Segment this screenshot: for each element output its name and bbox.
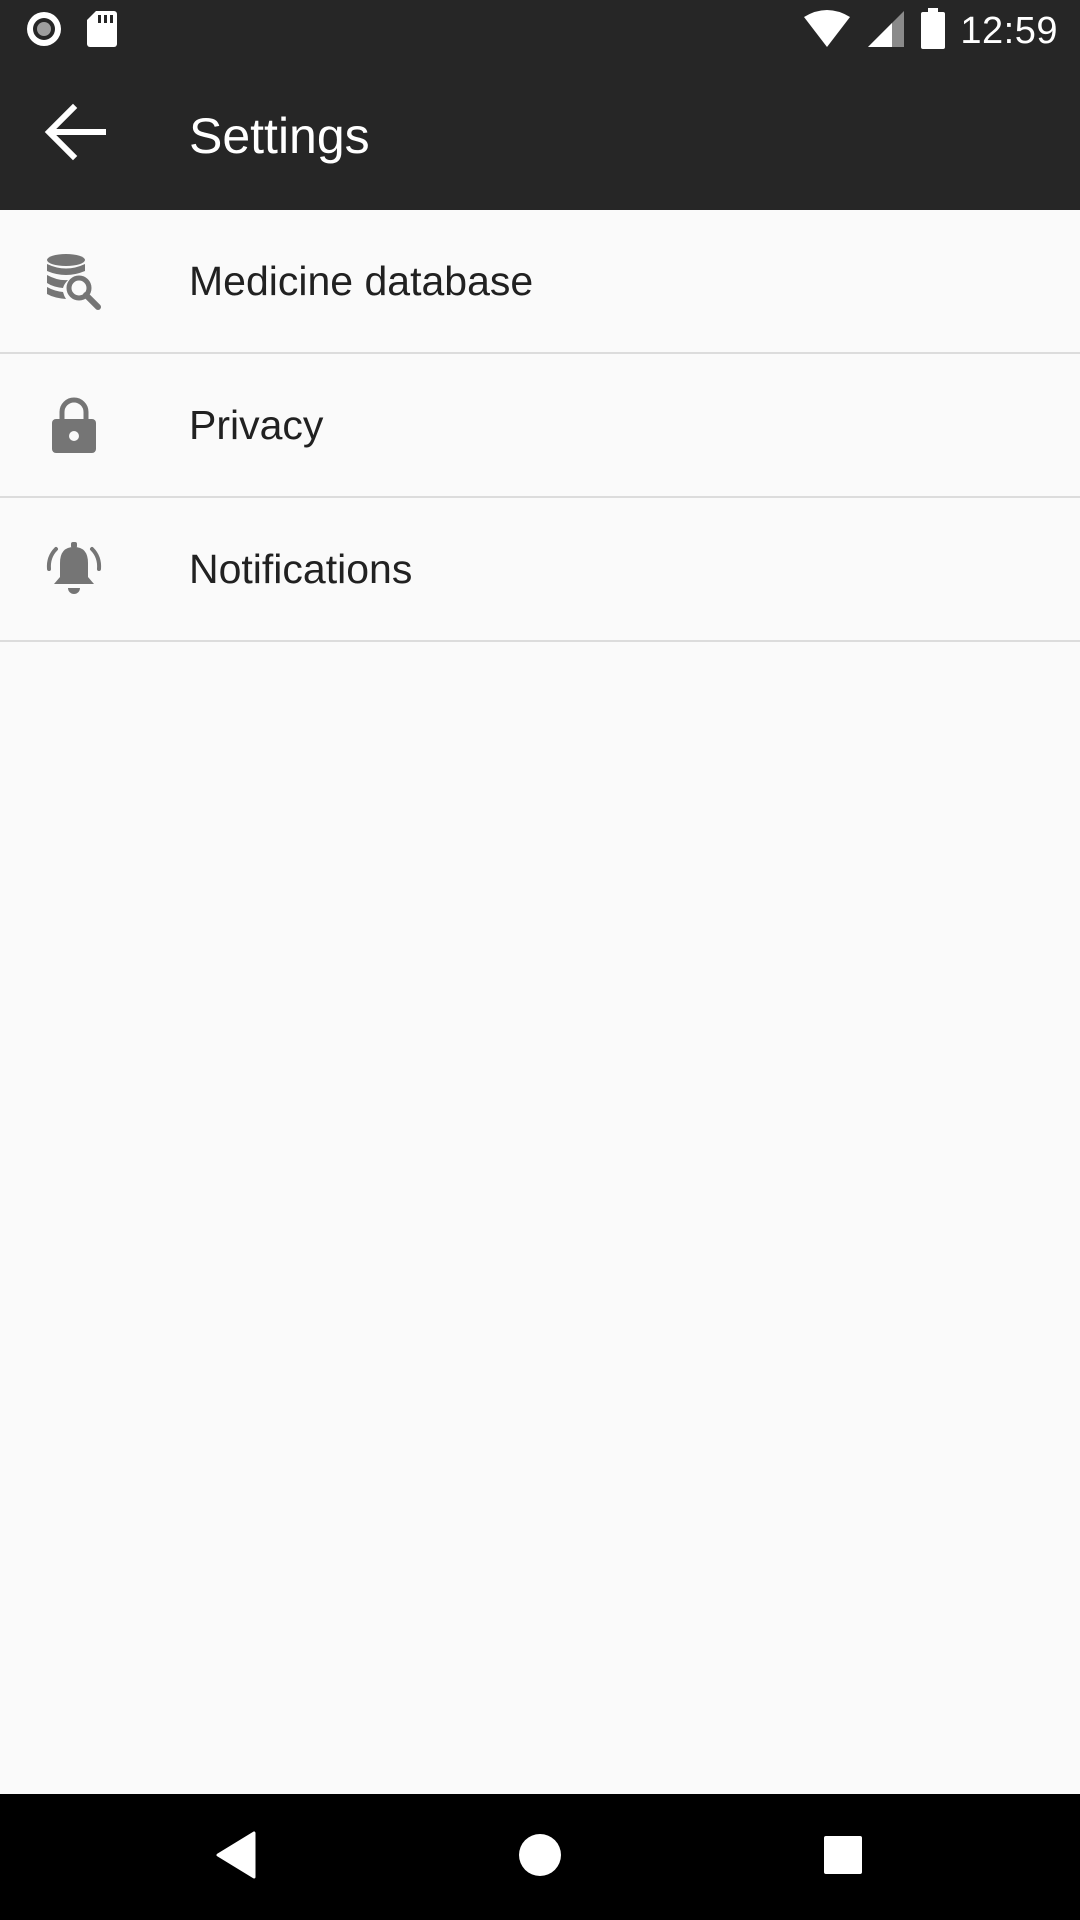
battery-icon <box>920 8 946 55</box>
nav-recents-button[interactable] <box>778 1794 908 1920</box>
settings-list: Medicine database Privacy Notifications <box>0 210 1080 642</box>
settings-item-notifications[interactable]: Notifications <box>0 498 1080 642</box>
settings-item-medicine-database[interactable]: Medicine database <box>0 210 1080 354</box>
status-time: 12:59 <box>960 10 1058 52</box>
arrow-back-icon <box>43 100 107 169</box>
settings-item-label: Privacy <box>189 402 324 448</box>
database-search-icon <box>42 210 106 352</box>
sd-card-icon <box>86 9 118 54</box>
settings-item-privacy[interactable]: Privacy <box>0 354 1080 498</box>
status-left-icons <box>24 0 118 63</box>
navigation-bar <box>0 1794 1080 1920</box>
recents-square-icon <box>822 1834 864 1881</box>
settings-item-label: Notifications <box>189 546 413 592</box>
nav-back-button[interactable] <box>171 1794 301 1920</box>
back-button[interactable] <box>32 91 118 177</box>
page-title: Settings <box>189 108 370 164</box>
status-bar: 12:59 <box>0 0 1080 63</box>
signal-icon <box>866 9 906 54</box>
settings-item-label: Medicine database <box>189 258 534 304</box>
status-right-icons: 12:59 <box>802 0 1058 63</box>
wifi-icon <box>802 9 852 54</box>
home-circle-icon <box>517 1832 563 1883</box>
lock-icon <box>42 354 106 496</box>
record-icon <box>24 9 64 54</box>
nav-home-button[interactable] <box>475 1794 605 1920</box>
app-bar: Settings <box>0 63 1080 210</box>
back-triangle-icon <box>214 1830 258 1885</box>
alarm-bell-icon <box>42 498 106 640</box>
